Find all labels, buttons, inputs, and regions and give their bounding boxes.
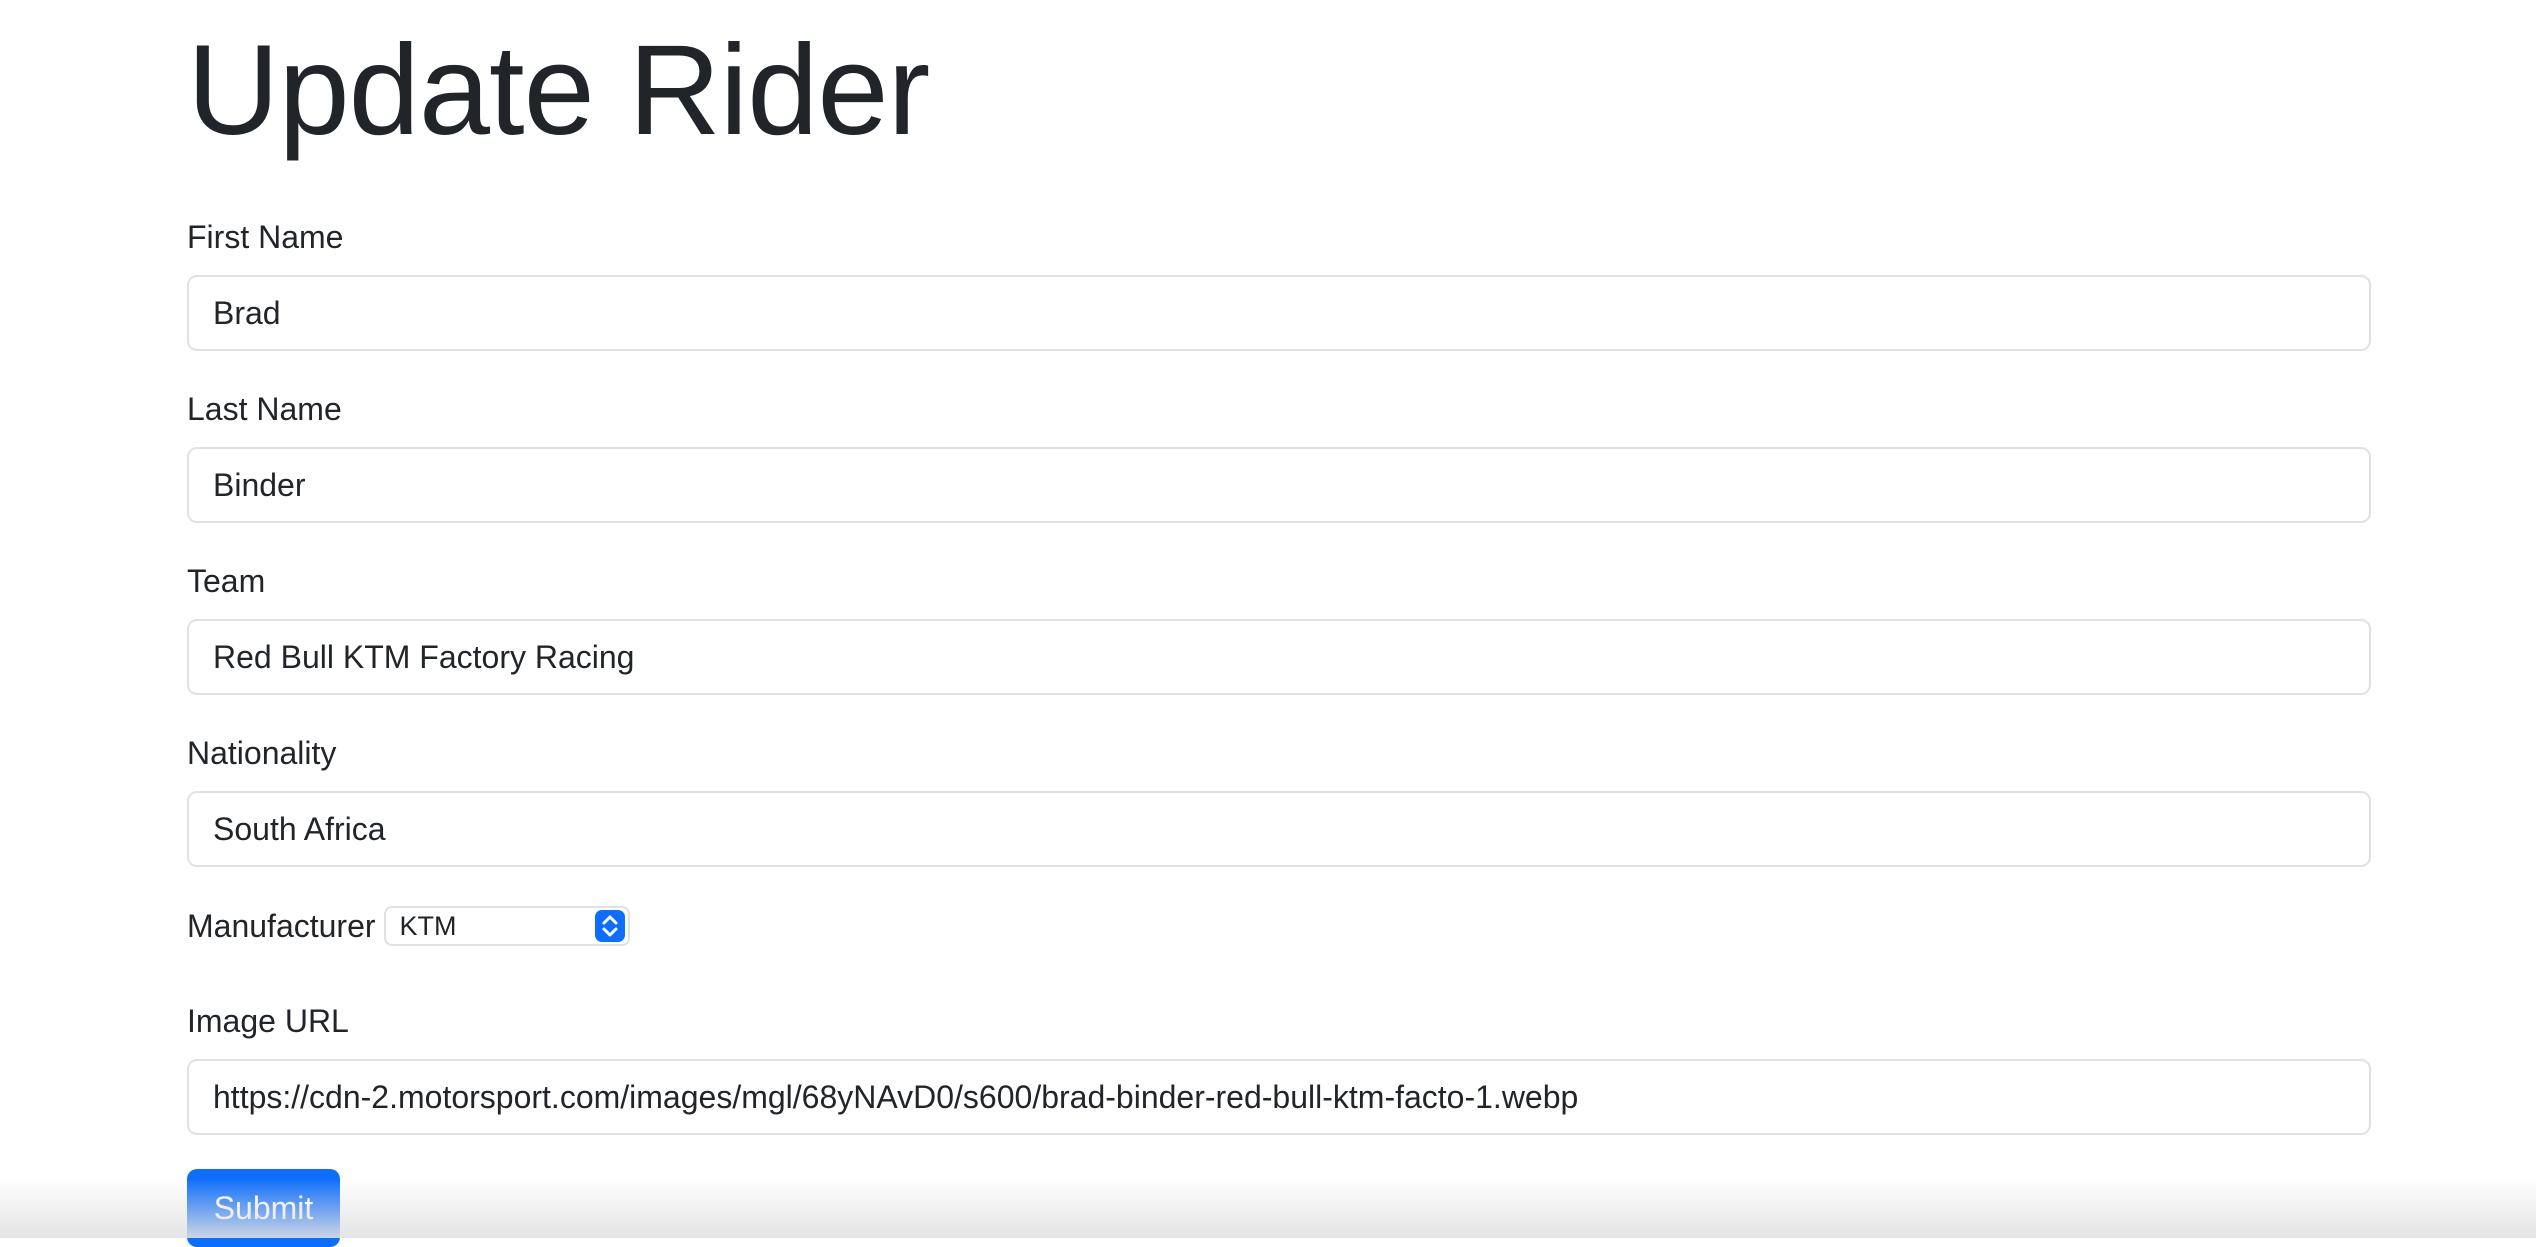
image-url-label: Image URL bbox=[187, 1001, 2371, 1041]
manufacturer-label: Manufacturer bbox=[187, 904, 376, 948]
manufacturer-select[interactable]: KTM bbox=[384, 906, 630, 946]
manufacturer-group: Manufacturer KTM bbox=[187, 904, 630, 948]
nationality-group: Nationality bbox=[187, 733, 2371, 867]
last-name-label: Last Name bbox=[187, 389, 2371, 429]
team-input[interactable] bbox=[187, 619, 2371, 695]
update-rider-form-container: Update Rider First Name Last Name Team N… bbox=[187, 0, 2371, 156]
team-group: Team bbox=[187, 561, 2371, 695]
image-url-input[interactable] bbox=[187, 1059, 2371, 1135]
image-url-group: Image URL bbox=[187, 1001, 2371, 1135]
first-name-group: First Name bbox=[187, 217, 2371, 351]
team-label: Team bbox=[187, 561, 2371, 601]
first-name-label: First Name bbox=[187, 217, 2371, 257]
page-title: Update Rider bbox=[187, 0, 2371, 156]
first-name-input[interactable] bbox=[187, 275, 2371, 351]
window-bottom-shadow bbox=[0, 1178, 2536, 1238]
chevron-up-down-icon bbox=[595, 910, 625, 942]
nationality-input[interactable] bbox=[187, 791, 2371, 867]
nationality-label: Nationality bbox=[187, 733, 2371, 773]
manufacturer-selected-value: KTM bbox=[400, 911, 457, 941]
submit-button[interactable]: Submit bbox=[187, 1169, 340, 1247]
last-name-group: Last Name bbox=[187, 389, 2371, 523]
last-name-input[interactable] bbox=[187, 447, 2371, 523]
